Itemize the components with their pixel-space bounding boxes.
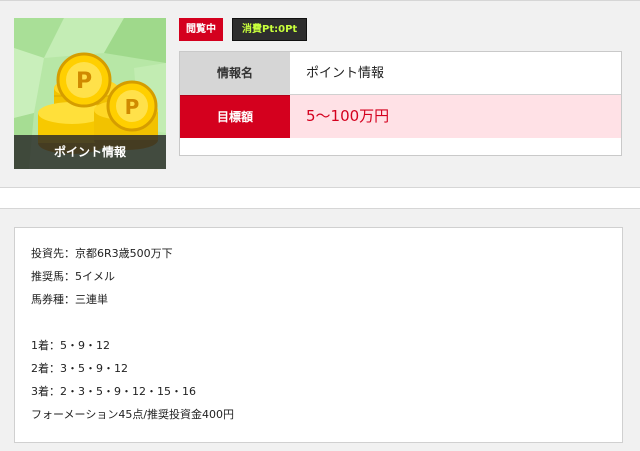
detail-line-venue: 投資先：京都6R3歳500万下 — [31, 247, 173, 260]
info-table: 情報名 ポイント情報 目標額 5〜100万円 — [179, 51, 622, 156]
info-target-row: 目標額 5〜100万円 — [180, 95, 621, 138]
info-header-panel: P P ポイント情報 閲覧中 消費Pt:0Pt 情報名 ポイント情報 目標額 5… — [0, 0, 640, 188]
detail-panel: 投資先：京都6R3歳500万下 推奨馬：5イメル 馬券種：三連単 1着：5・9・… — [0, 208, 640, 451]
info-target-value: 5〜100万円 — [290, 95, 621, 138]
info-target-label: 目標額 — [180, 95, 290, 138]
info-name-row: 情報名 ポイント情報 — [180, 52, 621, 95]
detail-line-first: 1着：5・9・12 — [31, 339, 110, 352]
detail-line-horse: 推奨馬：5イメル — [31, 270, 115, 283]
status-badge: 閲覧中 — [179, 18, 223, 41]
svg-text:P: P — [76, 69, 92, 94]
detail-content-box: 投資先：京都6R3歳500万下 推奨馬：5イメル 馬券種：三連単 1着：5・9・… — [14, 227, 623, 443]
info-thumbnail[interactable]: P P ポイント情報 — [14, 18, 166, 169]
info-name-label: 情報名 — [180, 52, 290, 95]
detail-line-formation: フォーメーション45点/推奨投資金400円 — [31, 408, 235, 421]
detail-line-ticket-type: 馬券種：三連単 — [31, 293, 108, 306]
detail-line-blank — [31, 311, 606, 334]
detail-line-third: 3着：2・3・5・9・12・15・16 — [31, 385, 196, 398]
detail-line-second: 2着：3・5・9・12 — [31, 362, 128, 375]
svg-text:P: P — [125, 95, 140, 119]
info-name-value: ポイント情報 — [290, 52, 621, 95]
thumbnail-caption: ポイント情報 — [14, 135, 166, 169]
points-badge: 消費Pt:0Pt — [232, 18, 308, 41]
